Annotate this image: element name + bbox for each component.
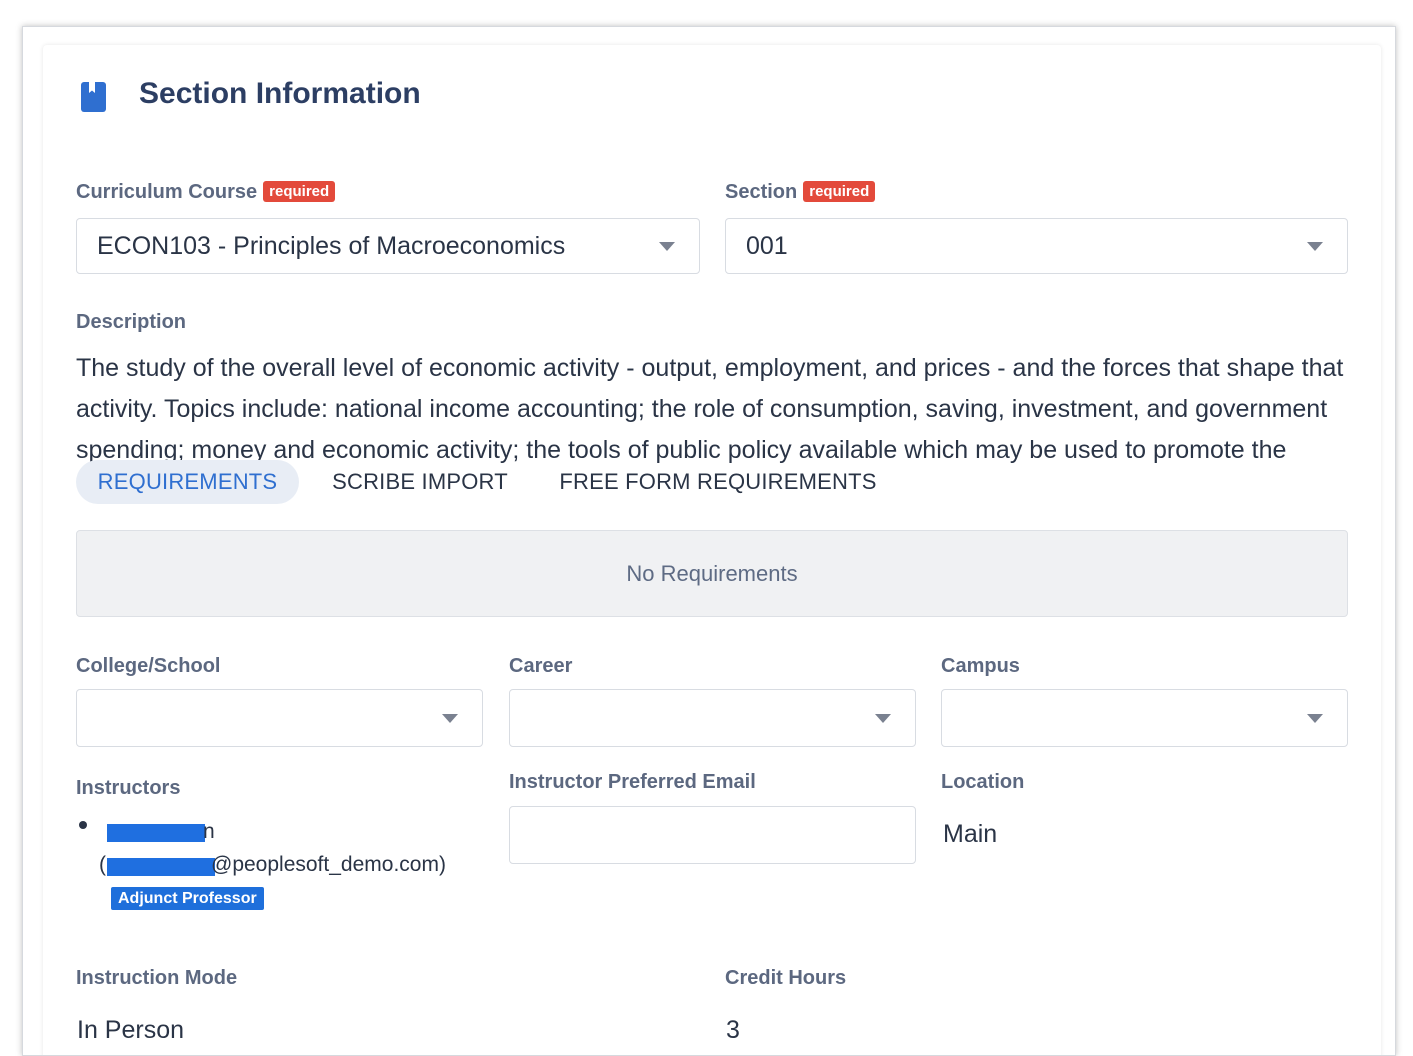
instructor-email: ( @peoplesoft_demo.com) [99, 853, 459, 881]
instructor-name-tail: n [203, 820, 215, 843]
tab-scribe-import[interactable]: SCRIBE IMPORT [315, 460, 525, 504]
career-label: Career [509, 655, 573, 677]
book-icon [80, 81, 108, 113]
chevron-down-icon [442, 714, 458, 723]
credit-hours-label: Credit Hours [725, 967, 847, 989]
section-select[interactable]: 001 [725, 218, 1348, 274]
career-select[interactable] [509, 689, 916, 747]
redaction-bar [107, 824, 205, 842]
college-school-select[interactable] [76, 689, 483, 747]
location-value: Main [943, 820, 998, 848]
bullet-icon [79, 821, 87, 829]
description-label: Description [76, 311, 187, 333]
adjunct-professor-chip: Adjunct Professor [111, 887, 264, 910]
instructors-label: Instructors [76, 777, 181, 799]
chevron-down-icon [659, 242, 675, 251]
campus-select[interactable] [941, 689, 1348, 747]
description-text: The study of the overall level of econom… [76, 354, 1344, 464]
required-badge: required [803, 181, 876, 202]
redaction-bar [107, 858, 215, 876]
section-value: 001 [746, 231, 788, 260]
required-badge: required [263, 181, 336, 202]
instruction-mode-label: Instruction Mode [76, 967, 238, 989]
curriculum-course-value: ECON103 - Principles of Macroeconomics [97, 231, 566, 260]
instructor-email-input[interactable] [509, 806, 916, 864]
tab-free-form-requirements[interactable]: FREE FORM REQUIREMENTS [543, 460, 893, 504]
tab-requirements[interactable]: REQUIREMENTS [76, 460, 299, 504]
curriculum-course-label-text: Curriculum Course [76, 181, 258, 203]
instruction-mode-value: In Person [77, 1016, 185, 1044]
app-window: Section Information Curriculum Course req… [22, 26, 1396, 1056]
campus-label: Campus [941, 655, 1020, 677]
chevron-down-icon [1307, 714, 1323, 723]
college-school-label: College/School [76, 655, 221, 677]
section-information-card: Section Information Curriculum Course req… [43, 45, 1381, 1055]
curriculum-course-select[interactable]: ECON103 - Principles of Macroeconomics [76, 218, 700, 274]
curriculum-course-label: Curriculum Course required [76, 181, 336, 204]
chevron-down-icon [1307, 242, 1323, 251]
page-title: Section Information [139, 77, 421, 110]
instructor-role-badge: Adjunct Professor [111, 887, 264, 910]
location-label: Location [941, 771, 1025, 793]
instructor-email-label: Instructor Preferred Email [509, 771, 756, 793]
section-label: Section required [725, 181, 876, 204]
email-paren-open: ( [99, 853, 106, 876]
no-requirements-text: No Requirements [626, 560, 798, 586]
requirements-panel: No Requirements [76, 530, 1348, 617]
credit-hours-value: 3 [726, 1016, 740, 1044]
instructor-email-tail: @peoplesoft_demo.com) [211, 853, 446, 876]
chevron-down-icon [875, 714, 891, 723]
section-label-text: Section [725, 181, 798, 203]
instructor-name: n [99, 820, 219, 846]
